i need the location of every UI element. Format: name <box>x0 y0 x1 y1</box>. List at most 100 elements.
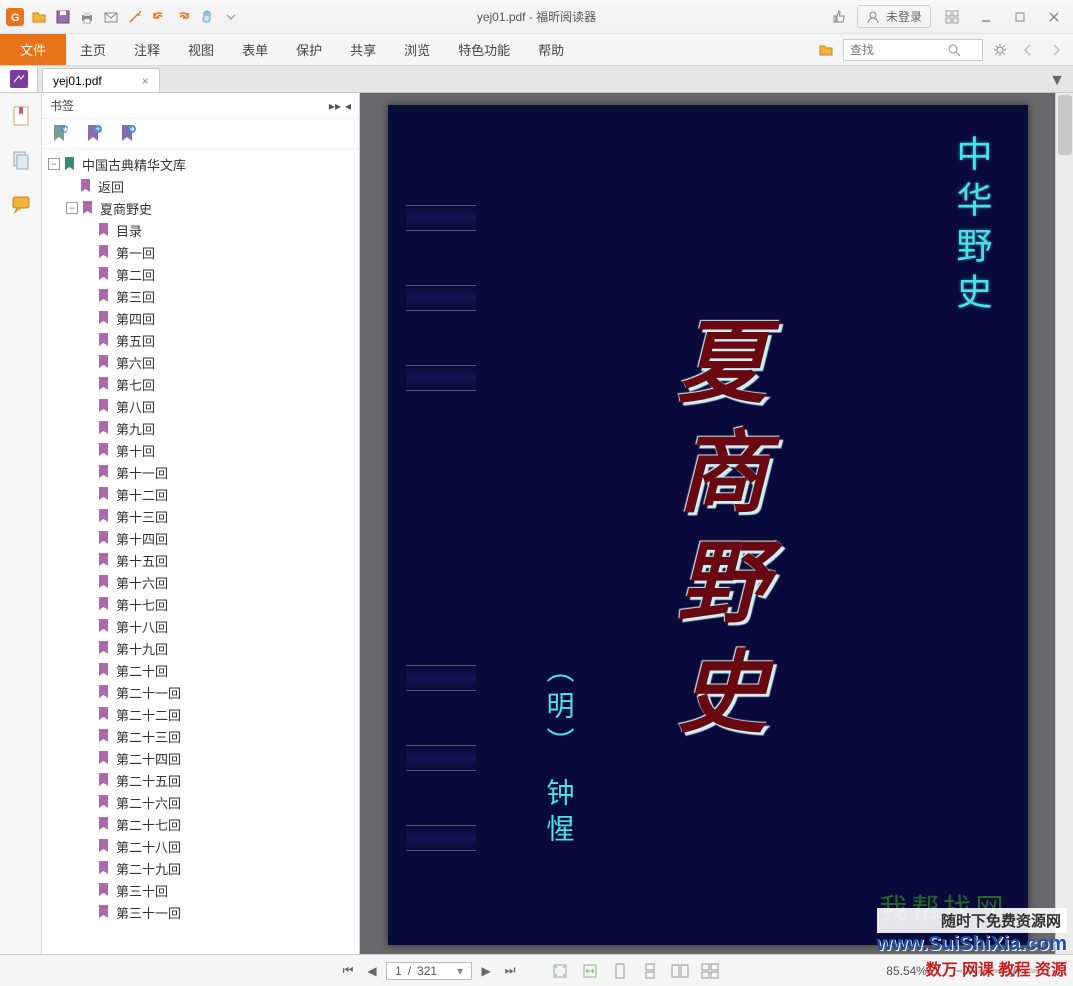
tree-chapter[interactable]: 第八回 <box>42 395 359 417</box>
tree-chapter[interactable]: 第一回 <box>42 241 359 263</box>
tree-chapter[interactable]: 第二十七回 <box>42 813 359 835</box>
panel-collapse-icon[interactable]: ▸▸ <box>329 99 341 113</box>
tree-chapter[interactable]: 第十七回 <box>42 593 359 615</box>
tree-chapter[interactable]: 目录 <box>42 219 359 241</box>
undo-icon[interactable] <box>148 6 170 28</box>
tree-chapter[interactable]: 第十四回 <box>42 527 359 549</box>
tree-chapter[interactable]: 第三回 <box>42 285 359 307</box>
menu-extras[interactable]: 特色功能 <box>444 34 524 65</box>
start-page-icon[interactable] <box>0 66 38 92</box>
tree-chapter[interactable]: 第二十八回 <box>42 835 359 857</box>
tree-chapter[interactable]: 第十二回 <box>42 483 359 505</box>
menu-form[interactable]: 表单 <box>228 34 282 65</box>
search-box[interactable] <box>843 39 983 61</box>
tree-chapter[interactable]: 第十三回 <box>42 505 359 527</box>
tree-chapter[interactable]: 第二十四回 <box>42 747 359 769</box>
tree-back[interactable]: 返回 <box>42 175 359 197</box>
thumbs-up-icon[interactable] <box>827 6 849 28</box>
bookmark-goto-icon[interactable] <box>120 125 136 143</box>
email-icon[interactable] <box>100 6 122 28</box>
menu-help[interactable]: 帮助 <box>524 34 578 65</box>
zoom-thumb[interactable] <box>1005 965 1015 977</box>
tree-chapter[interactable]: 第七回 <box>42 373 359 395</box>
tree-chapter[interactable]: 第十九回 <box>42 637 359 659</box>
next-page-icon[interactable]: ▶ <box>476 961 496 981</box>
tree-chapter[interactable]: 第二十六回 <box>42 791 359 813</box>
fit-page-icon[interactable] <box>550 961 570 981</box>
bookmark-new-icon[interactable]: ★ <box>52 125 68 143</box>
tree-chapter[interactable]: 第二十五回 <box>42 769 359 791</box>
zoom-slider[interactable] <box>977 969 1037 973</box>
print-icon[interactable] <box>76 6 98 28</box>
continuous-facing-icon[interactable] <box>700 961 720 981</box>
tree-chapter[interactable]: 第十五回 <box>42 549 359 571</box>
scroll-thumb[interactable] <box>1058 95 1072 155</box>
tree-root[interactable]: −中国古典精华文库 <box>42 153 359 175</box>
bookmark-add-icon[interactable]: + <box>86 125 102 143</box>
tab-list-dropdown-icon[interactable]: ▼ <box>1049 72 1065 90</box>
menu-comment[interactable]: 注释 <box>120 34 174 65</box>
menu-home[interactable]: 主页 <box>66 34 120 65</box>
tree-chapter[interactable]: 第三十回 <box>42 879 359 901</box>
tree-chapter[interactable]: 第二十九回 <box>42 857 359 879</box>
redo-icon[interactable] <box>172 6 194 28</box>
document-tab[interactable]: yej01.pdf × <box>42 68 160 92</box>
continuous-icon[interactable] <box>640 961 660 981</box>
tab-close-icon[interactable]: × <box>142 74 149 88</box>
comments-rail-icon[interactable] <box>8 191 34 217</box>
vertical-scrollbar[interactable] <box>1055 93 1073 954</box>
open-icon[interactable] <box>28 6 50 28</box>
search-input[interactable] <box>844 43 944 57</box>
menu-view[interactable]: 视图 <box>174 34 228 65</box>
zoom-in-icon[interactable]: + <box>1045 961 1065 981</box>
facing-icon[interactable] <box>670 961 690 981</box>
pages-rail-icon[interactable] <box>8 147 34 173</box>
panel-hide-icon[interactable]: ◂ <box>345 99 351 113</box>
tree-book[interactable]: −夏商野史 <box>42 197 359 219</box>
tree-chapter[interactable]: 第三十一回 <box>42 901 359 923</box>
tree-chapter[interactable]: 第二十三回 <box>42 725 359 747</box>
hand-icon[interactable] <box>196 6 218 28</box>
page-dropdown-icon[interactable]: ▾ <box>457 964 463 978</box>
last-page-icon[interactable]: ⏭ <box>500 961 520 981</box>
qat-dropdown-icon[interactable] <box>220 6 242 28</box>
nav-prev-icon[interactable] <box>1017 39 1039 61</box>
tree-chapter[interactable]: 第十六回 <box>42 571 359 593</box>
tree-chapter[interactable]: 第五回 <box>42 329 359 351</box>
tree-chapter[interactable]: 第二十一回 <box>42 681 359 703</box>
tree-chapter[interactable]: 第十回 <box>42 439 359 461</box>
tree-chapter[interactable]: 第四回 <box>42 307 359 329</box>
single-page-icon[interactable] <box>610 961 630 981</box>
prev-page-icon[interactable]: ◀ <box>362 961 382 981</box>
tree-chapter[interactable]: 第十八回 <box>42 615 359 637</box>
login-button[interactable]: 未登录 <box>857 5 931 28</box>
tree-chapter[interactable]: 第二十回 <box>42 659 359 681</box>
menu-protect[interactable]: 保护 <box>282 34 336 65</box>
nav-next-icon[interactable] <box>1045 39 1067 61</box>
menu-browse[interactable]: 浏览 <box>390 34 444 65</box>
tree-chapter[interactable]: 第二回 <box>42 263 359 285</box>
bookmark-tree[interactable]: −中国古典精华文库返回−夏商野史目录第一回第二回第三回第四回第五回第六回第七回第… <box>42 149 359 954</box>
page-indicator[interactable]: 1 / 321 ▾ <box>386 962 472 980</box>
first-page-icon[interactable]: ⏮ <box>338 961 358 981</box>
document-viewport[interactable]: 中华野史 夏商野史 ︵明︶ 钟惺 我帮找网 <box>360 93 1073 954</box>
fit-width-icon[interactable] <box>580 961 600 981</box>
tree-chapter[interactable]: 第二十二回 <box>42 703 359 725</box>
zoom-out-icon[interactable]: − <box>949 961 969 981</box>
tree-chapter[interactable]: 第九回 <box>42 417 359 439</box>
open-folder-icon[interactable] <box>815 39 837 61</box>
tree-chapter[interactable]: 第六回 <box>42 351 359 373</box>
ribbon-toggle-icon[interactable] <box>939 7 965 27</box>
search-icon[interactable] <box>944 40 964 60</box>
tree-chapter[interactable]: 第十一回 <box>42 461 359 483</box>
wand-icon[interactable] <box>124 6 146 28</box>
menu-share[interactable]: 共享 <box>336 34 390 65</box>
maximize-icon[interactable] <box>1007 7 1033 27</box>
close-icon[interactable] <box>1041 7 1067 27</box>
save-icon[interactable] <box>52 6 74 28</box>
minimize-icon[interactable] <box>973 7 999 27</box>
menu-file[interactable]: 文件 <box>0 34 66 65</box>
bookmarks-rail-icon[interactable] <box>8 103 34 129</box>
gear-icon[interactable] <box>989 39 1011 61</box>
zoom-dropdown-icon[interactable]: ▾ <box>935 964 941 978</box>
